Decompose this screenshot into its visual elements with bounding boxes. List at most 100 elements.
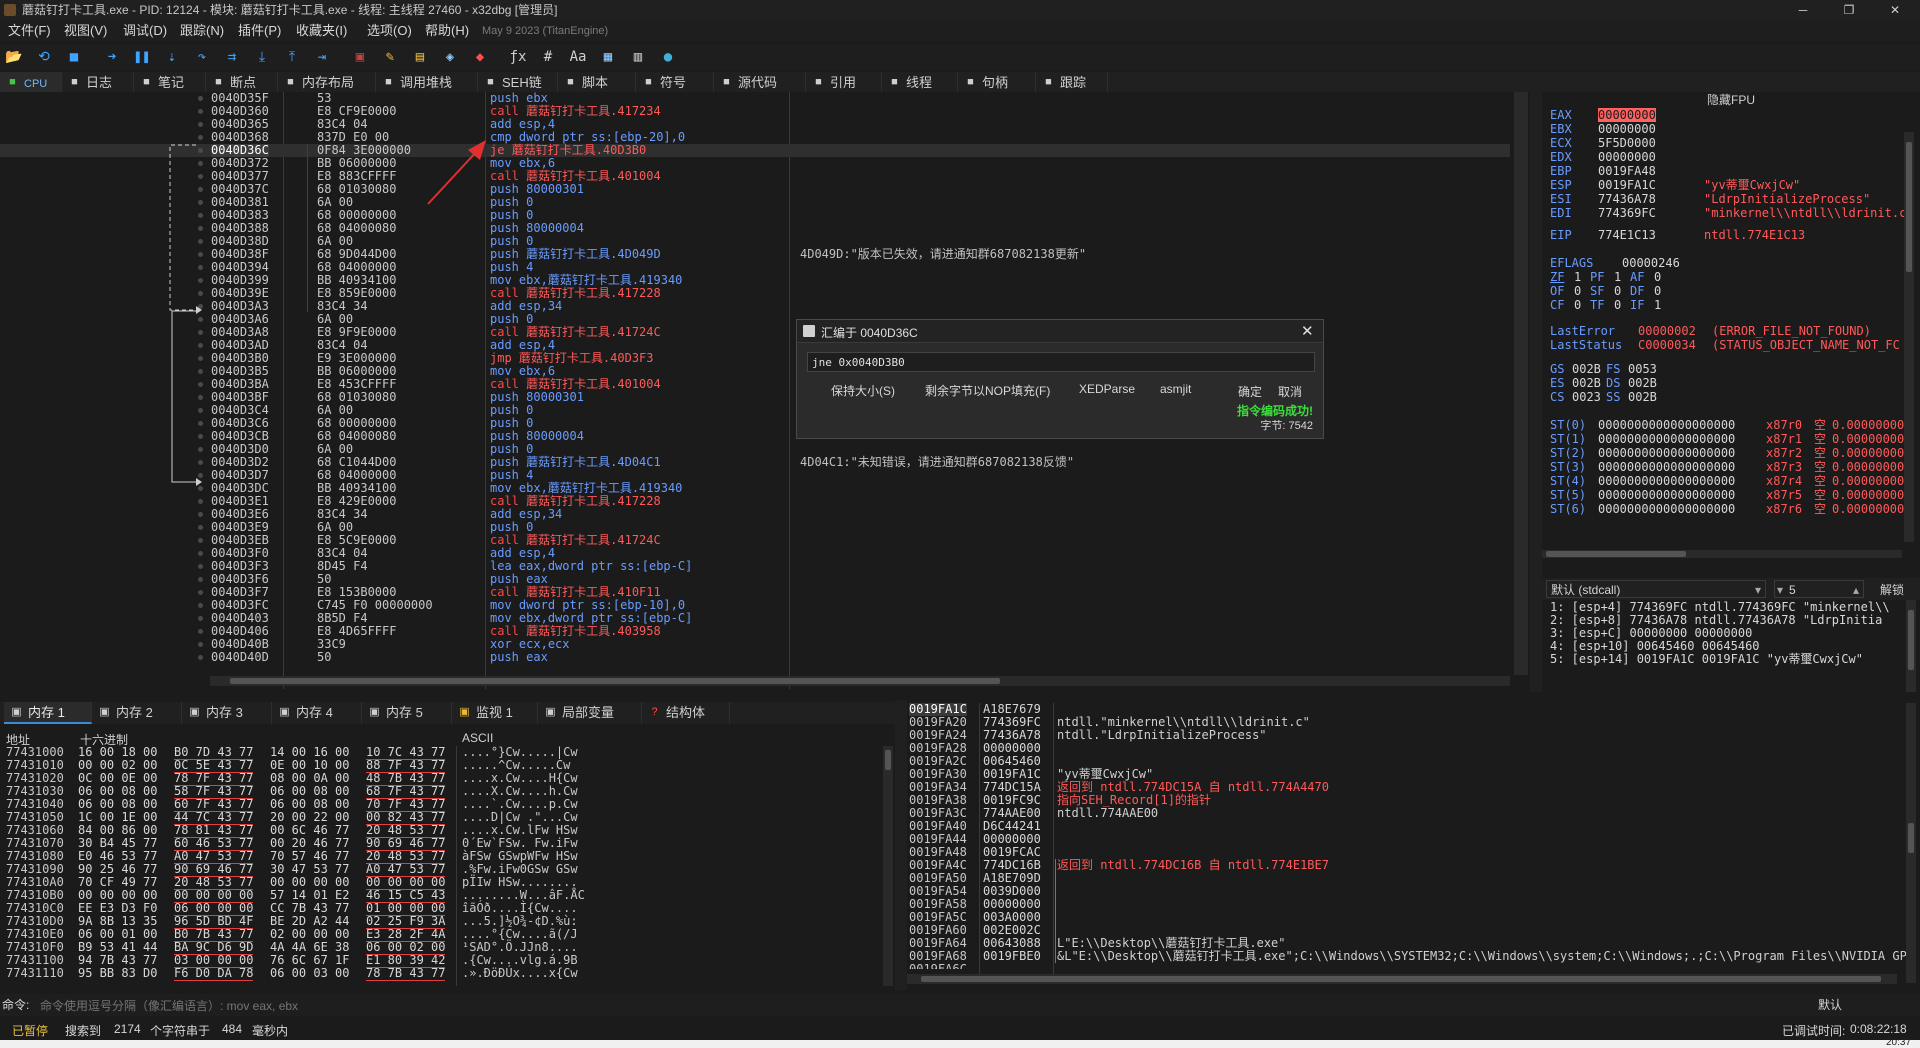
fpu-value[interactable]: 0000000000000000000 [1598,418,1735,432]
menu-debug[interactable]: 调试(D) [123,20,167,42]
dump-tab-8[interactable]: ? 结构体 [642,702,730,724]
tab-references[interactable]: ■ 引用 [806,72,882,94]
stack-row[interactable]: 0019FA5C 003A0000 [907,911,1907,924]
function-icon[interactable]: ƒx [508,47,528,67]
argument-line[interactable]: 1: [esp+4] 774369FC ntdll.774369FC "mink… [1550,600,1890,614]
flag-value[interactable]: 1 [1574,270,1581,284]
segment-value[interactable]: 002B [1572,376,1601,390]
stack-row[interactable]: 0019FA4C 774DC16B 返回到 ntdll.774DC16B 自 ntd… [907,859,1907,872]
dump-hex-group[interactable]: 78 7B 43 77 [366,967,446,981]
hash-icon[interactable]: # [538,47,558,67]
ok-button[interactable]: 确定 [1238,383,1262,400]
stack-row[interactable]: 0019FA54 0039D000 [907,885,1907,898]
system-info-icon[interactable]: ▥ [628,47,648,67]
pane-splitter[interactable] [895,700,907,990]
fpu-value[interactable]: 0000000000000000000 [1598,474,1735,488]
hide-fpu-toggle[interactable]: 隐藏FPU [1542,92,1920,108]
register-value[interactable]: 00000000 [1598,108,1656,122]
flag-value[interactable]: 0 [1574,298,1581,312]
scylla-icon[interactable]: ▣ [350,47,370,67]
dump-hex-group[interactable]: 06 00 03 00 [270,967,349,980]
tab-trace[interactable]: ■ 跟踪 [1036,72,1108,94]
stack-row-partial[interactable]: 0019FA6C [909,963,1907,969]
tab-handles[interactable]: ■ 句柄 [958,72,1036,94]
open-folder-icon[interactable]: 📂 [4,47,24,67]
flag-value[interactable]: 0 [1574,284,1581,298]
dump-tab-1[interactable]: ▣ 内存 1 [4,702,92,724]
arg-count-spinbox[interactable]: 5 ▾ ▴ [1774,580,1864,598]
close-button[interactable]: ✕ [1872,0,1918,20]
segment-value[interactable]: 002B [1628,390,1657,404]
segment-value[interactable]: 0053 [1628,362,1657,376]
menu-file[interactable]: 文件(F) [8,20,51,42]
close-icon[interactable]: ✕ [1301,322,1314,340]
disasm-row[interactable]: 0040D40D 50 push eax [0,651,1510,664]
argument-line[interactable]: 5: [esp+14] 0019FA1C 0019FA1C "yv蒂璽CwxjC… [1550,652,1863,666]
stack-row[interactable]: 0019FA44 00000000 [907,833,1907,846]
patch-icon[interactable]: ✎ [380,47,400,67]
dump-tab-6[interactable]: ▣ 监视 1 [452,702,538,724]
flag-value[interactable]: 1 [1614,270,1621,284]
dump-tab-5[interactable]: ▣ 内存 5 [362,702,452,724]
stack-view[interactable]: 0019FA1C A18E7679 0019FA20 774369FC ntdll."m… [907,703,1907,980]
step-into-icon[interactable]: ⇣ [162,47,182,67]
menu-favourites[interactable]: 收藏夹(I) [296,20,347,42]
flag-value[interactable]: 0 [1614,284,1621,298]
register-value[interactable]: 00000000 [1598,150,1656,164]
fill-nop-checkbox[interactable]: 剩余字节以NOP填充(F) [925,382,1050,399]
register-value[interactable]: 5F5D0000 [1598,136,1656,150]
register-value[interactable]: 00000000 [1598,122,1656,136]
stack-row[interactable]: 0019FA24 77436A78 ntdll."LdrpInitializePro… [907,729,1907,742]
tab-script[interactable]: ■ 脚本 [558,72,636,94]
fpu-value[interactable]: 0000000000000000000 [1598,446,1735,460]
fpu-value[interactable]: 0000000000000000000 [1598,432,1735,446]
register-value[interactable]: 774E1C13 [1598,228,1656,242]
register-value[interactable]: 774369FC [1598,206,1656,220]
stack-row[interactable]: 0019FA40 D6C44241 [907,820,1907,833]
dump-tab-2[interactable]: ▣ 内存 2 [92,702,182,724]
command-mode-select[interactable]: 默认 [1818,994,1842,1016]
registers-panel[interactable]: 隐藏FPU EAX 00000000 EBX 00000000 ECX 5F5D0000 E… [1542,92,1920,562]
fpu-value[interactable]: 0000000000000000000 [1598,502,1735,516]
disasm-vscrollbar[interactable] [1514,92,1528,675]
tab-log[interactable]: ■ 日志 [62,72,134,94]
register-value[interactable]: 0019FA48 [1598,164,1656,178]
keep-size-checkbox[interactable]: 保持大小(S) [831,382,895,399]
argument-line[interactable]: 4: [esp+10] 00645460 00645460 [1550,639,1760,653]
labels-icon[interactable]: ◈ [440,47,460,67]
registers-hscroll-thumb[interactable] [1546,551,1686,557]
trace-into-icon[interactable]: ⇉ [222,47,242,67]
flag-value[interactable]: 1 [1654,298,1661,312]
bookmarks-icon[interactable]: ◆ [470,47,490,67]
stack-hscrollbar[interactable] [907,974,1897,984]
stack-row[interactable]: 0019FA58 00000000 [907,898,1907,911]
asmjit-radio[interactable]: asmjit [1160,382,1191,396]
tab-threads[interactable]: ■ 线程 [882,72,958,94]
minimize-button[interactable]: ─ [1780,0,1826,20]
tab-call-stack[interactable]: ■ 调用堆栈 [376,72,478,94]
disasm-hscrollbar[interactable] [210,676,1510,686]
font-icon[interactable]: Aa [568,47,588,67]
dump-tab-7[interactable]: ▣ 局部变量 [538,702,642,724]
stack-row[interactable]: 0019FA28 00000000 [907,742,1907,755]
stack-vscrollbar[interactable] [1906,703,1916,983]
globe-icon[interactable]: ● [658,47,678,67]
stack-row[interactable]: 0019FA3C 774AAE00 ntdll.774AAE00 [907,807,1907,820]
dump-tab-3[interactable]: ▣ 内存 3 [182,702,272,724]
call-convention-select[interactable]: 默认 (stdcall) ▾ [1546,580,1766,598]
fpu-value[interactable]: 0000000000000000000 [1598,460,1735,474]
tab-notes[interactable]: ■ 笔记 [134,72,206,94]
segment-value[interactable]: 0023 [1572,390,1601,404]
registers-hscrollbar[interactable] [1542,550,1902,558]
register-value[interactable]: C0000034 [1638,338,1696,352]
tab-symbols[interactable]: ■ 符号 [636,72,714,94]
dump-vscrollbar[interactable] [883,746,893,986]
disasm-hscroll-thumb[interactable] [230,678,1000,684]
run-icon[interactable]: ➜ [102,47,122,67]
restart-icon[interactable]: ⟲ [34,47,54,67]
dump-hex-group[interactable]: F6 D0 DA 78 [174,967,254,981]
segment-value[interactable]: 002B [1628,376,1657,390]
register-value[interactable]: 00000002 [1638,324,1696,338]
args-scroll-thumb[interactable] [1908,610,1914,670]
dump-scroll-thumb[interactable] [885,750,891,770]
